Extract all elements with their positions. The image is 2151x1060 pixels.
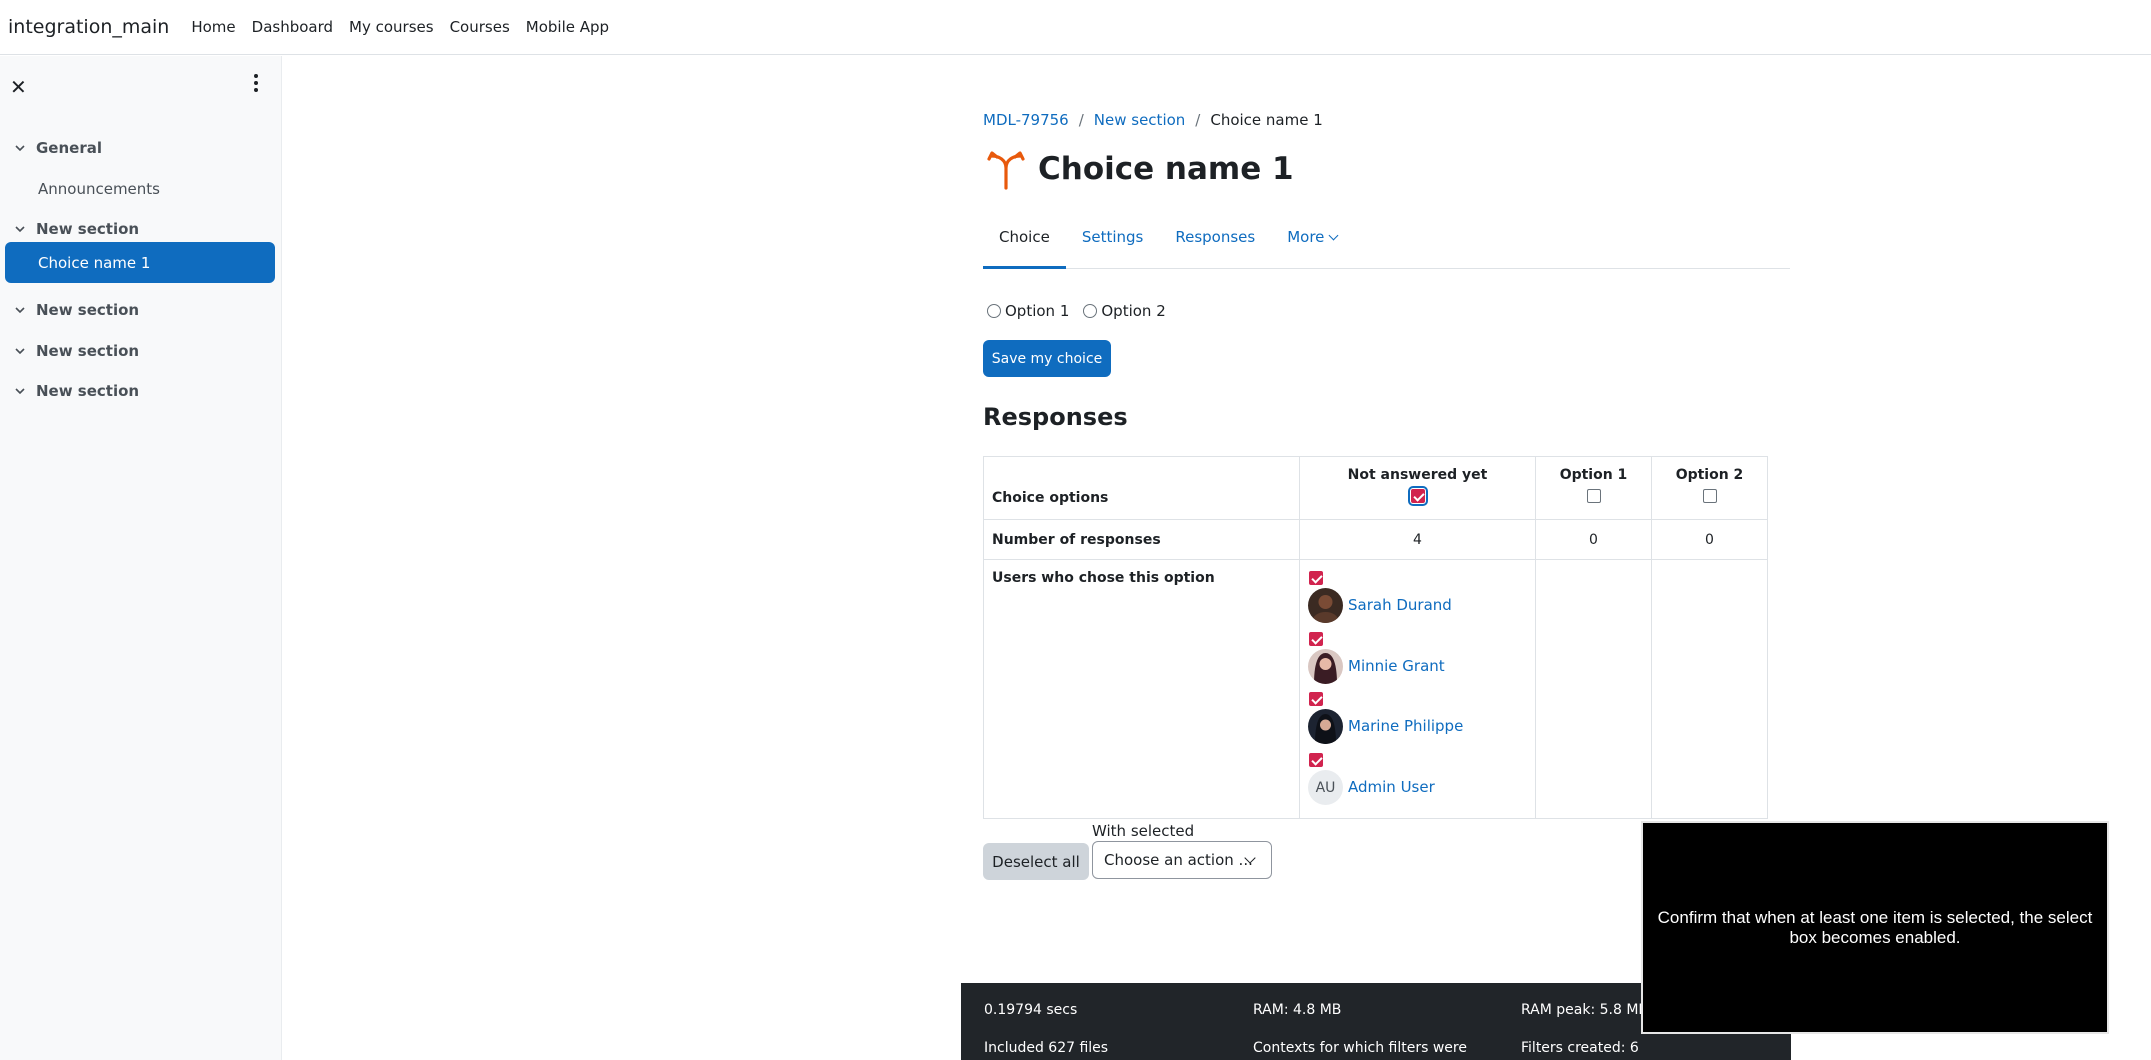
close-icon[interactable]: ✕ (10, 75, 27, 99)
course-index-section-new-section[interactable]: New section (0, 335, 282, 367)
course-index-item-announcements[interactable]: Announcements (0, 173, 282, 205)
section-label[interactable]: New section (36, 382, 139, 400)
section-label[interactable]: New section (36, 301, 139, 319)
column-label: Not answered yet (1347, 467, 1488, 483)
response-count: 0 (1536, 520, 1652, 560)
choice-option-1[interactable]: Option 1 (987, 302, 1069, 320)
breadcrumb-current: Choice name 1 (1210, 111, 1323, 129)
avatar (1308, 709, 1343, 744)
nav-courses[interactable]: Courses (450, 18, 510, 36)
breadcrumb: MDL-79756 / New section / Choice name 1 (983, 111, 1323, 129)
nav-mobile-app[interactable]: Mobile App (526, 18, 609, 36)
breadcrumb-separator: / (1078, 111, 1084, 129)
users-row-label-text: Users who chose this option (992, 570, 1215, 586)
column-header-not-answered: Not answered yet (1300, 457, 1536, 520)
choice-options-form: Option 1 Option 2 (987, 302, 1180, 320)
nav-home[interactable]: Home (191, 18, 235, 36)
select-column-checkbox[interactable] (1586, 489, 1601, 503)
avatar (1308, 588, 1343, 623)
instruction-overlay: Confirm that when at least one item is s… (1641, 821, 2109, 1034)
choice-activity-icon (987, 151, 1025, 190)
choice-options-label: Choice options (992, 490, 1109, 506)
responses-table: Choice options Not answered yet Option 1… (983, 456, 1768, 819)
activity-label[interactable]: Choice name 1 (38, 254, 150, 272)
breadcrumb-separator: / (1195, 111, 1201, 129)
page-title: Choice name 1 (1038, 151, 1294, 187)
users-who-chose-label: Users who chose this option (984, 560, 1300, 818)
number-of-responses-label: Number of responses (984, 520, 1300, 560)
user-select-checkbox[interactable] (1309, 753, 1323, 767)
breadcrumb-course[interactable]: MDL-79756 (983, 111, 1069, 129)
select-column-checkbox[interactable] (1702, 489, 1717, 503)
column-label: Option 1 (1559, 467, 1628, 483)
option-2-radio[interactable] (1083, 304, 1098, 318)
course-index-drawer: ✕ General Announcements New section Choi… (0, 56, 282, 1060)
instruction-text: Confirm that when at least one item is s… (1657, 907, 2093, 947)
option-2-users-cell (1652, 560, 1767, 818)
user-select-checkbox[interactable] (1309, 571, 1323, 585)
section-label[interactable]: New section (36, 220, 139, 238)
response-count: 4 (1300, 520, 1536, 560)
nav-dashboard[interactable]: Dashboard (252, 18, 333, 36)
user-link[interactable]: Minnie Grant (1348, 657, 1445, 675)
column-label: Option 2 (1675, 467, 1744, 483)
chevron-down-icon[interactable] (14, 385, 26, 397)
deselect-all-button[interactable]: Deselect all (983, 843, 1089, 880)
user-link[interactable]: Sarah Durand (1348, 596, 1452, 614)
activity-label[interactable]: Announcements (38, 180, 160, 198)
footer-filters: Filters created: 6 (1521, 1040, 1639, 1056)
footer-time: 0.19794 secs (984, 1002, 1078, 1018)
select-column-checkbox[interactable] (1407, 486, 1428, 506)
with-selected-label: With selected (1092, 822, 1195, 840)
tab-more-label: More (1287, 228, 1325, 246)
user-link[interactable]: Marine Philippe (1348, 717, 1463, 735)
site-brand[interactable]: integration_main (8, 16, 169, 38)
option-1-users-cell (1536, 560, 1652, 818)
chevron-down-icon (1328, 230, 1339, 241)
chevron-down-icon[interactable] (14, 345, 26, 357)
breadcrumb-section[interactable]: New section (1094, 111, 1186, 129)
section-label[interactable]: General (36, 139, 102, 157)
tab-responses[interactable]: Responses (1159, 218, 1271, 268)
option-2-label: Option 2 (1101, 302, 1166, 320)
chevron-down-icon[interactable] (14, 304, 26, 316)
user-select-checkbox[interactable] (1309, 632, 1323, 646)
tab-more[interactable]: More (1271, 218, 1353, 268)
option-1-radio[interactable] (987, 304, 1001, 318)
footer-included-files: Included 627 files (984, 1040, 1109, 1056)
page-header: Choice name 1 (987, 148, 1294, 190)
responses-heading: Responses (983, 403, 1128, 431)
avatar (1308, 649, 1343, 684)
select-value: Choose an action ... (1104, 851, 1253, 869)
save-my-choice-button[interactable]: Save my choice (983, 340, 1111, 377)
column-header-option-1: Option 1 (1536, 457, 1652, 520)
course-index-section-new-section[interactable]: New section (0, 294, 282, 326)
user-link[interactable]: Admin User (1348, 778, 1435, 796)
chevron-down-icon[interactable] (14, 223, 26, 235)
user-select-checkbox[interactable] (1309, 692, 1323, 706)
option-1-label: Option 1 (1005, 302, 1070, 320)
footer-contexts: Contexts for which filters were (1253, 1040, 1467, 1056)
response-count: 0 (1652, 520, 1767, 560)
footer-ram-peak: RAM peak: 5.8 MB (1521, 1002, 1649, 1018)
course-index-section-new-section[interactable]: New section (0, 375, 282, 407)
nav-my-courses[interactable]: My courses (349, 18, 434, 36)
secondary-navigation: Choice Settings Responses More (983, 218, 1790, 269)
section-label[interactable]: New section (36, 342, 139, 360)
table-header-cell: Choice options (984, 457, 1300, 520)
course-index-section-general[interactable]: General (0, 132, 282, 164)
primary-navigation: Home Dashboard My courses Courses Mobile… (191, 18, 625, 36)
choice-option-2[interactable]: Option 2 (1083, 302, 1166, 320)
course-index-section-new-section[interactable]: New section (0, 213, 282, 245)
avatar: AU (1308, 770, 1343, 805)
kebab-menu-icon[interactable] (248, 72, 264, 94)
not-answered-users-cell: Sarah Durand Minnie Grant Marine Philipp… (1300, 560, 1536, 818)
tab-choice[interactable]: Choice (983, 218, 1066, 269)
column-header-option-2: Option 2 (1652, 457, 1767, 520)
chevron-down-icon[interactable] (14, 142, 26, 154)
with-selected-action-select[interactable]: Choose an action ... (1092, 841, 1272, 879)
course-index-item-choice-name-1[interactable]: Choice name 1 (5, 242, 275, 283)
footer-ram: RAM: 4.8 MB (1253, 1002, 1342, 1018)
tab-settings[interactable]: Settings (1066, 218, 1160, 268)
